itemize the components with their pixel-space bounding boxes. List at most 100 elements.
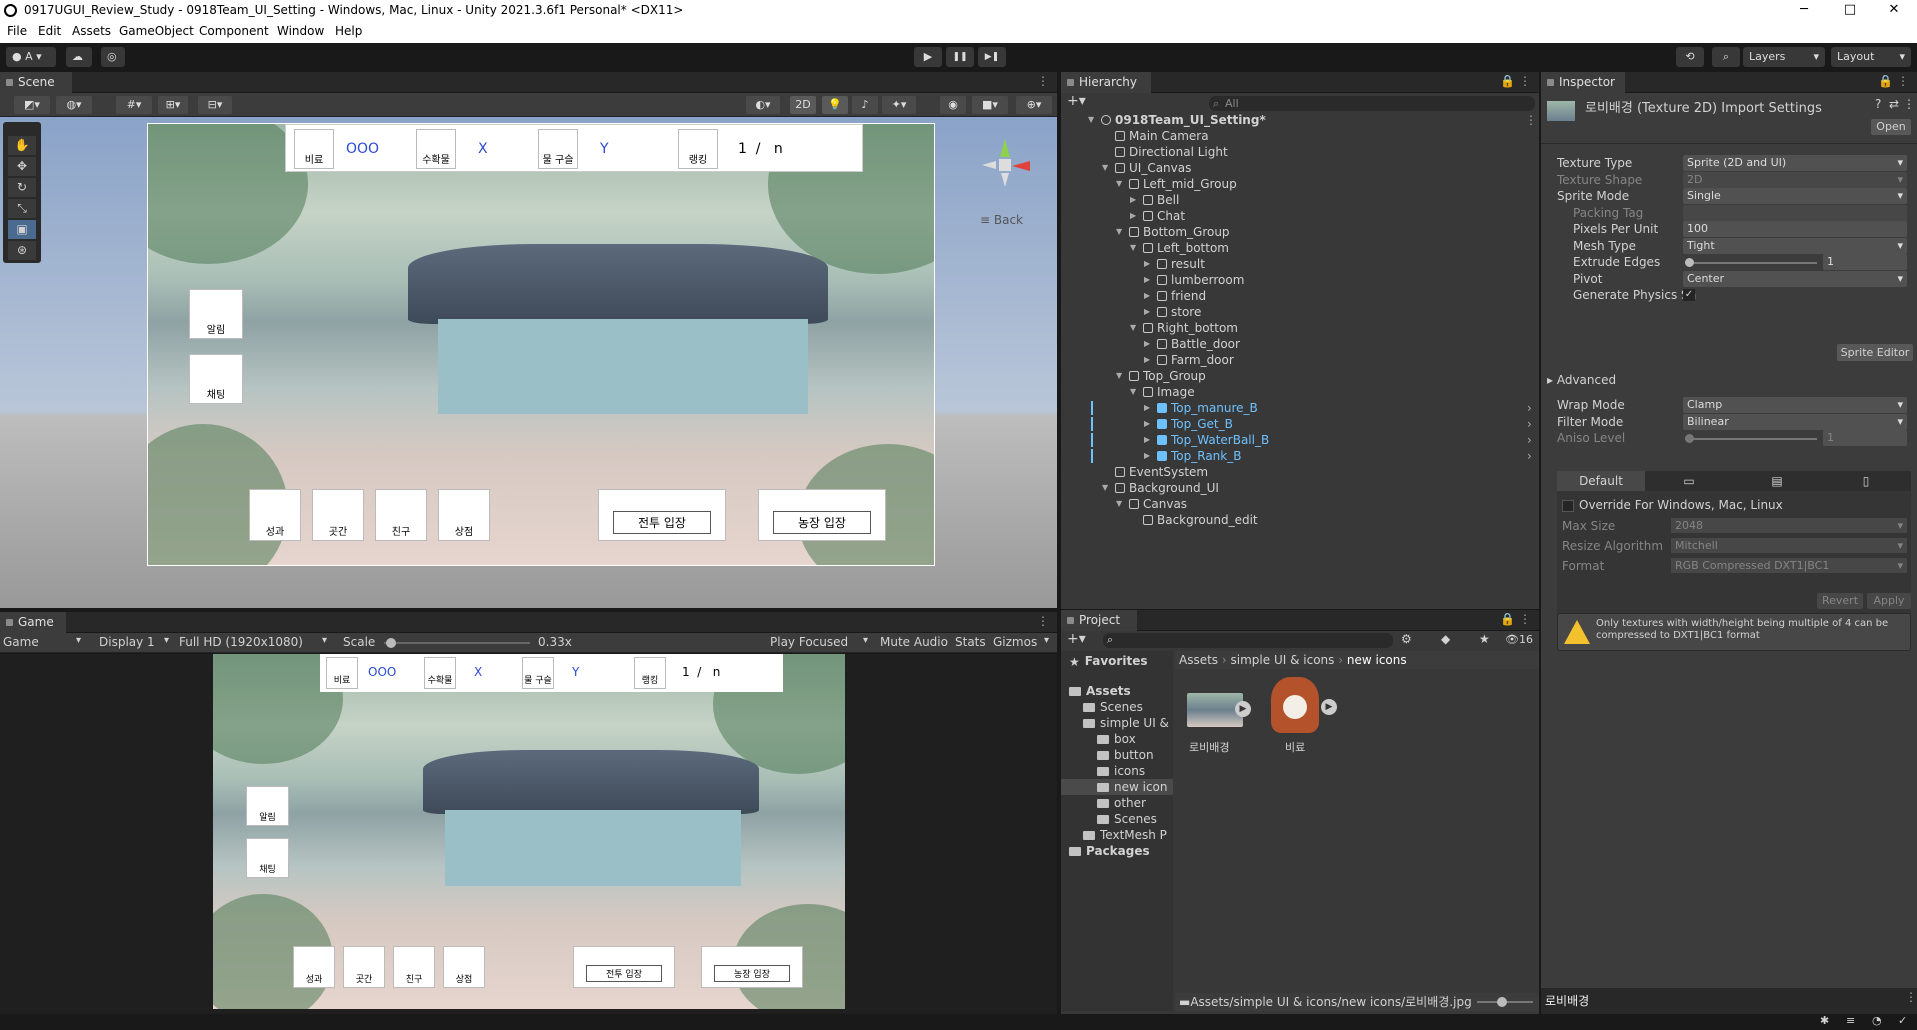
- format-dropdown[interactable]: RGB Compressed DXT1|BC1 ▾: [1671, 558, 1907, 573]
- tab-game[interactable]: Game: [0, 612, 66, 633]
- inspector-menu-icon[interactable]: ⋮: [1897, 74, 1909, 88]
- lock-icon[interactable]: 🔒: [1878, 74, 1893, 88]
- lighting-toggle[interactable]: 💡: [822, 96, 848, 114]
- hierarchy-item[interactable]: ▶ Top_manure_B ›: [1061, 400, 1532, 416]
- store-button[interactable]: 상점: [438, 489, 490, 541]
- store-button[interactable]: 상점: [443, 946, 485, 988]
- transform-tool-icon[interactable]: ⊛: [8, 241, 36, 260]
- hierarchy-item[interactable]: ▼ Top_Group: [1061, 368, 1453, 384]
- scale-tool-icon[interactable]: ⤡: [8, 199, 36, 218]
- lock-icon[interactable]: 🔒: [1500, 612, 1515, 626]
- tab-hierarchy[interactable]: Hierarchy: [1061, 72, 1151, 93]
- breadcrumb-simple-ui[interactable]: simple UI & icons: [1231, 653, 1335, 667]
- open-prefab-icon[interactable]: ›: [1527, 416, 1532, 432]
- menu-window[interactable]: Window: [277, 24, 324, 38]
- hierarchy-item[interactable]: ▶ Top_WaterBall_B ›: [1061, 432, 1532, 448]
- filter-label-icon[interactable]: ◆: [1441, 632, 1450, 646]
- menu-help[interactable]: Help: [335, 24, 362, 38]
- chevron-down-icon[interactable]: ▼: [1102, 480, 1108, 496]
- hierarchy-item[interactable]: Background_edit: [1061, 512, 1453, 528]
- menu-assets[interactable]: Assets: [72, 24, 111, 38]
- hierarchy-item[interactable]: ▼ Image: [1061, 384, 1453, 400]
- chevron-down-icon[interactable]: ▼: [1130, 320, 1136, 336]
- property-dropdown[interactable]: 2D ▾: [1683, 171, 1907, 188]
- project-folder[interactable]: other: [1061, 795, 1173, 811]
- project-folder[interactable]: new icon: [1061, 779, 1173, 795]
- chevron-right-icon[interactable]: ▶: [1144, 304, 1150, 320]
- hierarchy-item[interactable]: ▼ Left_bottom: [1061, 240, 1453, 256]
- chevron-down-icon[interactable]: ▼: [1088, 112, 1094, 128]
- tab-standalone-icon[interactable]: ▭: [1645, 471, 1733, 491]
- harvest-slot[interactable]: 수확물: [424, 657, 456, 689]
- 2d-toggle[interactable]: 2D: [790, 96, 816, 114]
- generate-physics-checkbox[interactable]: ✓: [1683, 289, 1695, 301]
- project-folder[interactable]: Scenes: [1061, 811, 1173, 827]
- chevron-right-icon[interactable]: ▶: [1130, 192, 1136, 208]
- property-dropdown[interactable]: Sprite (2D and UI) ▾: [1683, 155, 1907, 171]
- draw-mode-button[interactable]: ◩▾: [14, 96, 50, 114]
- close-button[interactable]: ✕: [1871, 0, 1917, 22]
- project-folder[interactable]: box: [1061, 731, 1173, 747]
- project-search-input[interactable]: ⌕: [1103, 633, 1393, 648]
- chevron-right-icon[interactable]: ▶: [1144, 288, 1150, 304]
- tab-scene[interactable]: Scene: [0, 72, 72, 93]
- lumberroom-button[interactable]: 곳간: [312, 489, 364, 541]
- snap-increment-button[interactable]: ⊞▾: [158, 96, 188, 114]
- chevron-down-icon[interactable]: ▼: [1116, 224, 1122, 240]
- property-dropdown[interactable]: Bilinear ▾: [1683, 413, 1907, 430]
- chevron-right-icon[interactable]: ▶: [1144, 432, 1150, 448]
- property-field[interactable]: 100: [1683, 221, 1907, 237]
- scene-menu-icon[interactable]: ⋮: [1525, 112, 1537, 128]
- add-icon[interactable]: +▾: [1067, 93, 1086, 109]
- tab-webgl-icon[interactable]: ▤: [1733, 471, 1821, 491]
- hierarchy-item[interactable]: ▼ Left_mid_Group: [1061, 176, 1453, 192]
- scale-slider-knob[interactable]: [386, 638, 397, 648]
- property-field[interactable]: [1683, 204, 1907, 221]
- scale-slider[interactable]: [384, 638, 530, 648]
- hierarchy-item[interactable]: ▶ Top_Rank_B ›: [1061, 448, 1532, 464]
- hierarchy-item[interactable]: ▼ Background_UI: [1061, 480, 1453, 496]
- hierarchy-item[interactable]: ▶ Bell: [1061, 192, 1453, 208]
- project-folder[interactable]: ★ Favorites: [1061, 653, 1173, 669]
- open-prefab-icon[interactable]: ›: [1527, 432, 1532, 448]
- thumbnail-size-knob[interactable]: [1497, 997, 1507, 1007]
- rank-slot[interactable]: 랭킹: [634, 657, 666, 689]
- waterball-slot[interactable]: 물 구슬: [522, 657, 554, 689]
- menu-component[interactable]: Component: [199, 24, 269, 38]
- audio-toggle[interactable]: ♪: [852, 96, 878, 114]
- play-focused-dropdown[interactable]: Play Focused: [770, 635, 848, 649]
- notification-icon[interactable]: ✓: [1898, 1014, 1907, 1027]
- thumbnail-size-slider[interactable]: [1477, 997, 1533, 1007]
- back-label[interactable]: ≡ Back: [980, 213, 1023, 227]
- account-button[interactable]: ● A ▾: [6, 47, 56, 67]
- project-folder[interactable]: TextMesh P: [1061, 827, 1173, 843]
- project-folder[interactable]: icons: [1061, 763, 1173, 779]
- hierarchy-item[interactable]: ▶ Battle_door: [1061, 336, 1453, 352]
- slider-value-field[interactable]: 1: [1823, 254, 1907, 270]
- camera-button[interactable]: ■▾: [972, 96, 1008, 114]
- hierarchy-item[interactable]: ▶ result: [1061, 256, 1453, 272]
- resize-algorithm-dropdown[interactable]: Mitchell ▾: [1671, 538, 1907, 553]
- game-menu-icon[interactable]: ⋮: [1037, 614, 1049, 628]
- orientation-gizmo[interactable]: [972, 131, 1038, 197]
- resolution-dropdown[interactable]: Full HD (1920x1080): [179, 635, 303, 649]
- hierarchy-item[interactable]: ▶ Top_Get_B ›: [1061, 416, 1532, 432]
- visibility-toggle[interactable]: ◉: [940, 96, 966, 114]
- collab-button[interactable]: ◎: [101, 47, 125, 67]
- battle-door-button[interactable]: 전투 입장: [598, 489, 726, 541]
- play-circle-icon[interactable]: ▶: [1235, 701, 1251, 717]
- hierarchy-item[interactable]: ▼ Bottom_Group: [1061, 224, 1453, 240]
- project-folder[interactable]: simple UI &: [1061, 715, 1173, 731]
- manure-slot[interactable]: 비료: [294, 129, 334, 169]
- hierarchy-item[interactable]: ▶ lumberroom: [1061, 272, 1453, 288]
- harvest-slot[interactable]: 수확물: [416, 129, 456, 169]
- maximize-button[interactable]: □: [1827, 0, 1873, 22]
- property-dropdown[interactable]: Single ▾: [1683, 188, 1907, 204]
- scene-view[interactable]: ✋ ✥ ↻ ⤡ ▣ ⊛ 비료 OOO 수확물 X 물 구슬 Y 랭킹 1 / n…: [0, 117, 1057, 608]
- hierarchy-item[interactable]: Directional Light: [1061, 144, 1453, 160]
- chevron-down-icon[interactable]: ▼: [1116, 496, 1122, 512]
- hierarchy-search-input[interactable]: ⌕ All: [1209, 96, 1535, 111]
- grid-snap-button[interactable]: #▾: [116, 96, 152, 114]
- result-button[interactable]: 성과: [249, 489, 301, 541]
- project-folder[interactable]: button: [1061, 747, 1173, 763]
